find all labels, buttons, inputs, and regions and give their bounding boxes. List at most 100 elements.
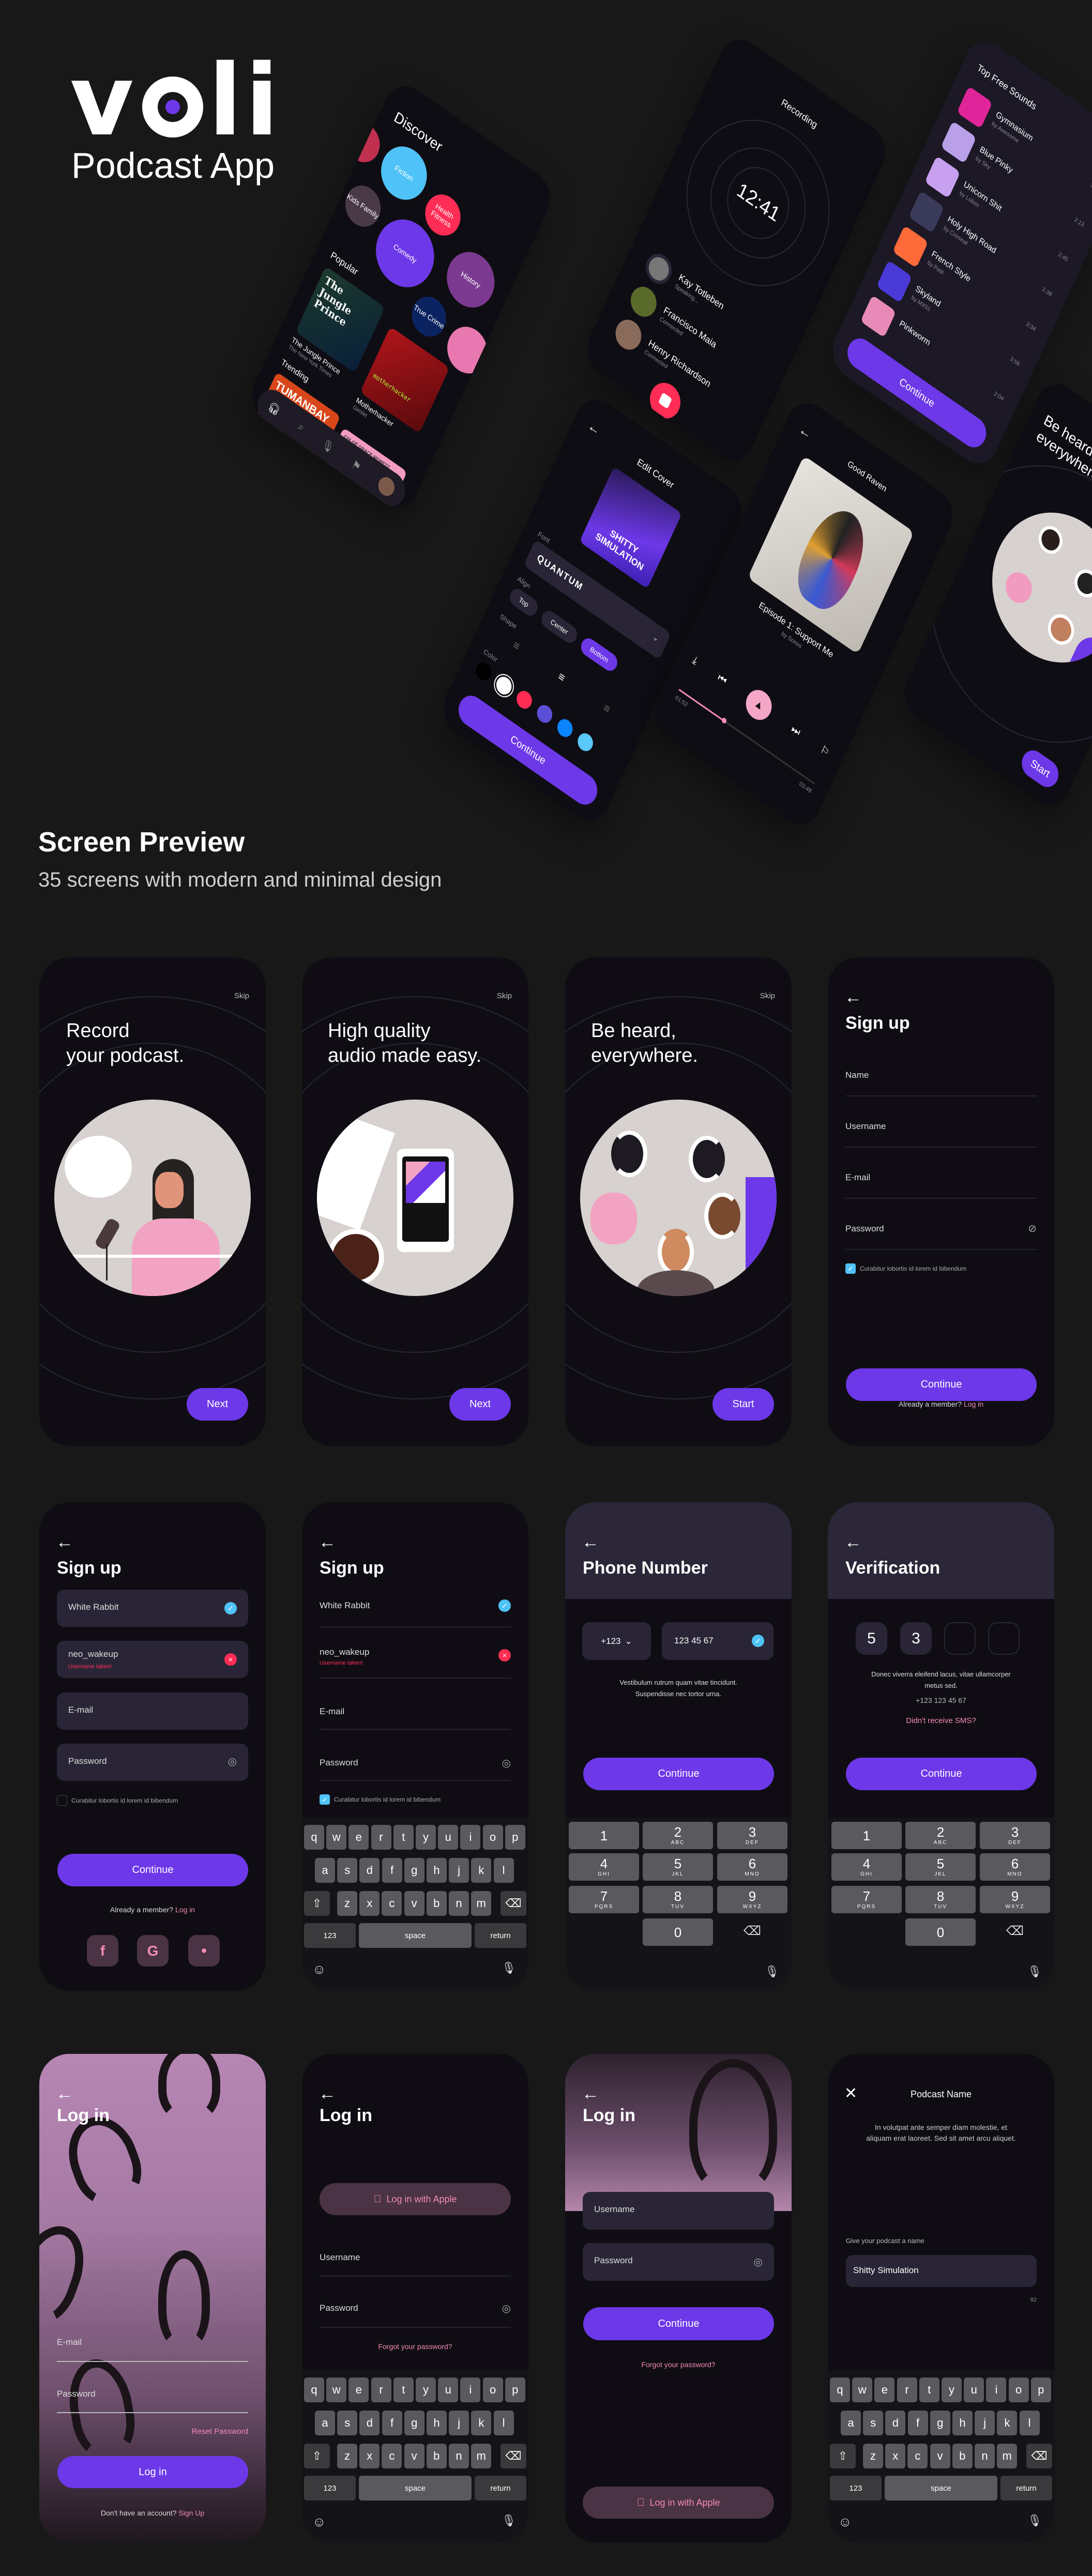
- color-swatch[interactable]: [492, 671, 517, 700]
- delete-key[interactable]: ⌫: [501, 1891, 526, 1916]
- key[interactable]: w: [326, 2377, 347, 2402]
- start-button[interactable]: Start: [712, 1388, 774, 1421]
- key[interactable]: k: [471, 1858, 492, 1883]
- key[interactable]: p: [505, 1825, 525, 1850]
- shape-lines-icon[interactable]: ≡: [601, 700, 612, 717]
- key[interactable]: d: [359, 1858, 380, 1883]
- apple-login-button[interactable]: Log in with Apple: [583, 2487, 774, 2519]
- skip-link[interactable]: Skip: [497, 992, 512, 1000]
- align-bottom[interactable]: Bottom: [578, 635, 620, 675]
- category-kids-family[interactable]: Kids Family: [339, 178, 387, 235]
- delete-key[interactable]: ⌫: [1006, 1924, 1024, 1939]
- key[interactable]: n: [975, 2444, 995, 2468]
- key[interactable]: i: [986, 2377, 1007, 2402]
- download-icon[interactable]: ⤓: [691, 654, 699, 667]
- category-partial[interactable]: [340, 116, 386, 170]
- numpad-key[interactable]: 0: [905, 1918, 976, 1946]
- continue-button[interactable]: Continue: [583, 1758, 774, 1790]
- key[interactable]: x: [885, 2444, 906, 2468]
- mic-icon[interactable]: 🎙︎: [1027, 1965, 1042, 1978]
- resend-sms-link[interactable]: Didn't receive SMS?: [828, 1716, 1054, 1725]
- next-icon[interactable]: ⏭: [790, 723, 802, 739]
- key[interactable]: e: [348, 1825, 369, 1850]
- apple-login-button[interactable]: Log in with Apple: [320, 2183, 511, 2215]
- continue-button[interactable]: Continue: [57, 1854, 248, 1886]
- key[interactable]: f: [382, 2411, 402, 2435]
- key[interactable]: f: [382, 1858, 402, 1883]
- key[interactable]: y: [416, 2377, 436, 2402]
- next-button[interactable]: Next: [187, 1388, 248, 1421]
- delete-key[interactable]: ⌫: [1026, 2444, 1052, 2468]
- key[interactable]: o: [1008, 2377, 1029, 2402]
- numpad-key[interactable]: 4 GHI: [569, 1853, 639, 1881]
- name-field[interactable]: White Rabbit: [320, 1601, 370, 1611]
- key[interactable]: y: [942, 2377, 962, 2402]
- key[interactable]: k: [997, 2411, 1018, 2435]
- key[interactable]: u: [438, 2377, 459, 2402]
- forgot-password-link[interactable]: Forgot your password?: [565, 2360, 792, 2369]
- key[interactable]: h: [427, 1858, 447, 1883]
- country-code-select[interactable]: +123 ⌄: [582, 1622, 651, 1660]
- terms-checkbox[interactable]: [57, 1795, 67, 1806]
- key[interactable]: b: [426, 2444, 447, 2468]
- space-key[interactable]: space: [359, 2476, 472, 2501]
- key[interactable]: n: [449, 1891, 469, 1916]
- key[interactable]: a: [841, 2411, 861, 2435]
- category-true-crime[interactable]: True Crime: [406, 289, 452, 344]
- key[interactable]: b: [426, 1891, 447, 1916]
- key[interactable]: g: [404, 1858, 424, 1883]
- key[interactable]: s: [337, 1858, 358, 1883]
- category-history[interactable]: History: [438, 241, 503, 318]
- key[interactable]: l: [493, 2411, 514, 2435]
- key[interactable]: a: [315, 1858, 335, 1883]
- key[interactable]: c: [382, 1891, 402, 1916]
- forgot-password-link[interactable]: Forgot your password?: [302, 2342, 528, 2351]
- numbers-key[interactable]: 123: [304, 2476, 356, 2501]
- key[interactable]: u: [964, 2377, 984, 2402]
- numpad-key[interactable]: 9 WXYZ: [717, 1886, 787, 1913]
- start-button[interactable]: Start: [1018, 745, 1063, 792]
- numpad-key[interactable]: 4 GHI: [831, 1853, 902, 1881]
- password-field[interactable]: Password ◎: [57, 1744, 248, 1781]
- key[interactable]: d: [359, 2411, 380, 2435]
- space-key[interactable]: space: [359, 1923, 472, 1948]
- key[interactable]: u: [438, 1825, 459, 1850]
- key[interactable]: g: [404, 2411, 424, 2435]
- numpad-key[interactable]: 8 TUV: [905, 1886, 976, 1913]
- shift-key[interactable]: ⇧: [304, 2444, 330, 2468]
- continue-button[interactable]: Continue: [846, 1368, 1037, 1401]
- password-field[interactable]: Password ◎: [583, 2243, 774, 2281]
- delete-key[interactable]: ⌫: [744, 1924, 761, 1939]
- key[interactable]: z: [337, 1891, 357, 1916]
- numpad-key[interactable]: 6 MNO: [717, 1853, 787, 1881]
- numpad-key[interactable]: 6 MNO: [980, 1853, 1050, 1881]
- avatar[interactable]: [375, 474, 398, 500]
- key[interactable]: q: [830, 2377, 850, 2402]
- eye-off-icon[interactable]: ⊘: [1028, 1222, 1037, 1235]
- shift-key[interactable]: ⇧: [830, 2444, 856, 2468]
- key[interactable]: v: [930, 2444, 950, 2468]
- email-field[interactable]: E-mail: [57, 2337, 82, 2348]
- align-center[interactable]: Center: [539, 607, 580, 647]
- key[interactable]: w: [326, 1825, 347, 1850]
- numpad-key[interactable]: 0: [643, 1918, 713, 1946]
- progress-handle[interactable]: [720, 717, 727, 725]
- shape-lines-icon[interactable]: ≡: [556, 669, 567, 685]
- key[interactable]: r: [371, 2377, 391, 2402]
- shift-key[interactable]: ⇧: [304, 1891, 330, 1916]
- code-digit-2[interactable]: 3: [900, 1622, 932, 1655]
- category-partial[interactable]: [440, 318, 494, 383]
- numpad-key[interactable]: 8 TUV: [643, 1886, 713, 1913]
- emoji-icon[interactable]: ☺: [312, 2514, 326, 2530]
- key[interactable]: s: [337, 2411, 358, 2435]
- key[interactable]: f: [907, 2411, 928, 2435]
- key[interactable]: x: [359, 2444, 380, 2468]
- numpad-key[interactable]: 7 PQRS: [569, 1886, 639, 1913]
- key[interactable]: v: [404, 1891, 424, 1916]
- color-swatch[interactable]: [514, 687, 535, 712]
- previous-icon[interactable]: ⏮: [716, 672, 729, 688]
- skip-link[interactable]: Skip: [234, 992, 249, 1000]
- password-field[interactable]: Password: [845, 1224, 884, 1234]
- back-arrow-icon[interactable]: ←: [844, 988, 862, 1006]
- key[interactable]: n: [449, 2444, 469, 2468]
